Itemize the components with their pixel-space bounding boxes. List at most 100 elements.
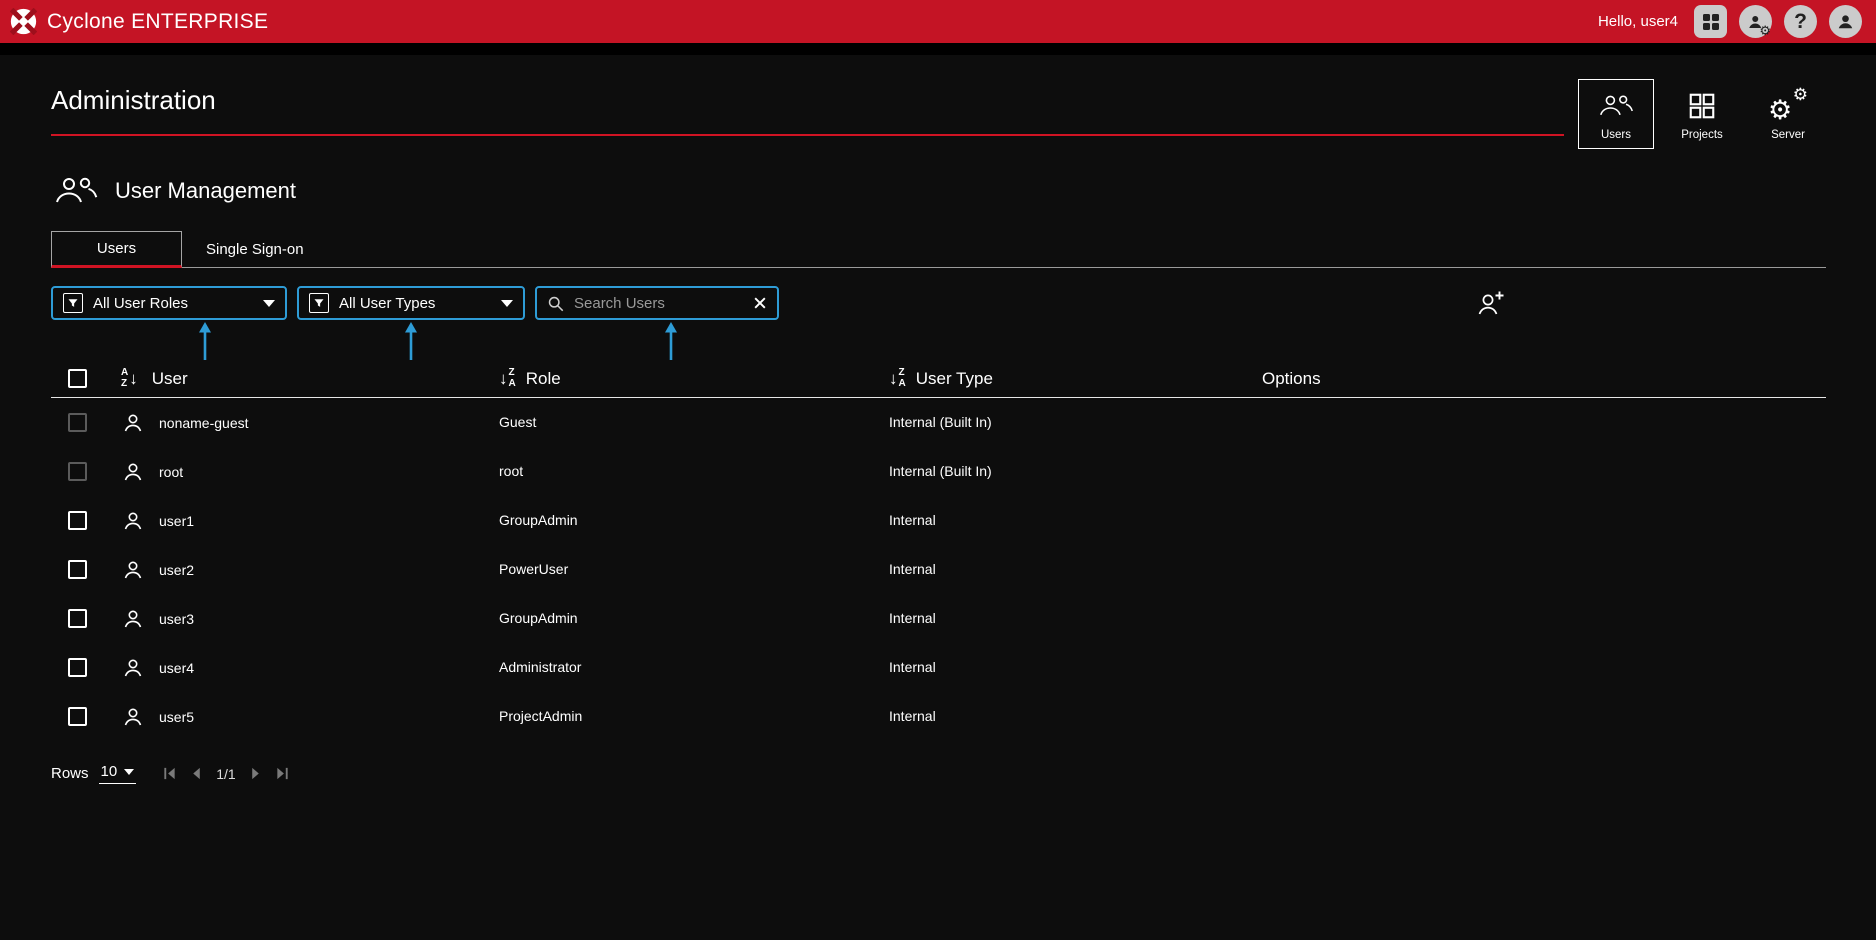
user-type-cell: Internal [889,708,936,724]
section-title: User Management [115,178,296,204]
table-row: root root Internal (Built In) [51,447,1826,496]
user-icon [121,705,145,729]
page-indicator: 1/1 [216,766,235,782]
tab-single-sign-on[interactable]: Single Sign-on [182,232,328,267]
main-content: Administration Users [0,55,1876,940]
grid-glyph [1702,13,1720,31]
rows-per-page-select[interactable]: 10 [99,763,137,784]
filter-toolbar: All User Roles All User Types [51,286,1826,320]
role-cell: GroupAdmin [499,610,578,626]
role-cell: root [499,463,523,479]
filter-funnel-icon [63,293,83,313]
clear-search-icon[interactable] [753,296,767,310]
user-name-cell: noname-guest [159,415,249,431]
pointer-arrow-roles-icon [197,322,213,360]
last-page-button[interactable] [275,766,290,781]
table-row: user5 ProjectAdmin Internal [51,692,1826,741]
user-type-cell: Internal [889,561,936,577]
nav-projects-button[interactable]: Projects [1664,79,1740,149]
table-row: user1 GroupAdmin Internal [51,496,1826,545]
users-group-icon [1596,87,1636,125]
chevron-down-icon [263,300,275,307]
rows-label: Rows [51,765,89,782]
user-type-cell: Internal (Built In) [889,463,992,479]
title-block: Administration [51,79,1564,136]
table-row: noname-guest Guest Internal (Built In) [51,398,1826,447]
next-page-button[interactable] [248,766,263,781]
nav-users-button[interactable]: Users [1578,79,1654,149]
tab-users[interactable]: Users [51,231,182,268]
rows-per-page-value: 10 [101,763,118,780]
gear-glyph: ⚙ [1759,24,1771,37]
user-settings-icon[interactable]: ⚙ [1739,5,1772,38]
nav-users-label: Users [1601,129,1631,141]
account-icon[interactable] [1829,5,1862,38]
sort-arrow-down: ↓ [889,370,898,387]
role-cell: Guest [499,414,536,430]
user-icon [121,411,145,435]
row-checkbox[interactable] [68,511,87,530]
table-row: user2 PowerUser Internal [51,545,1826,594]
search-input[interactable] [572,294,745,313]
admin-header: Administration Users [51,55,1826,149]
row-checkbox[interactable] [68,462,87,481]
section-header: User Management [51,175,1826,207]
sort-letter: A [509,379,516,389]
person-glyph [1836,12,1855,31]
user-name-cell: root [159,464,183,480]
user-icon [121,607,145,631]
user-management-icon [51,175,101,207]
question-glyph: ? [1794,11,1807,32]
add-user-button[interactable] [1476,289,1506,317]
column-header-user[interactable]: User [152,369,188,389]
user-icon [121,656,145,680]
previous-page-button[interactable] [189,766,204,781]
row-checkbox[interactable] [68,560,87,579]
user-type-cell: Internal (Built In) [889,414,992,430]
sort-letter: Z [509,368,516,378]
column-header-options: Options [1262,369,1321,388]
top-app-bar: Cyclone ENTERPRISE Hello, user4 ⚙ ? [0,0,1876,43]
topbar-actions: Hello, user4 ⚙ ? [1598,5,1862,38]
user-icon [121,460,145,484]
row-checkbox[interactable] [68,658,87,677]
select-all-checkbox[interactable] [68,369,87,388]
user-type-cell: Internal [889,512,936,528]
projects-grid-icon [1687,87,1717,125]
first-page-button[interactable] [162,766,177,781]
role-cell: GroupAdmin [499,512,578,528]
user-types-filter-dropdown[interactable]: All User Types [297,286,525,320]
apps-grid-icon[interactable] [1694,5,1727,38]
sort-az-icon[interactable]: A Z ↓ [121,368,138,389]
tab-bar: Users Single Sign-on [51,231,1826,268]
user-roles-filter-dropdown[interactable]: All User Roles [51,286,287,320]
roles-filter-value: All User Roles [93,295,253,312]
annotation-arrows [51,320,1826,360]
nav-server-label: Server [1771,129,1805,141]
table-body: noname-guest Guest Internal (Built In) r… [51,398,1826,741]
sort-za-icon[interactable]: ↓ Z A [499,368,516,389]
page-title: Administration [51,85,1564,116]
row-checkbox[interactable] [68,413,87,432]
role-cell: PowerUser [499,561,568,577]
nav-server-button[interactable]: ⚙⚙ Server [1750,79,1826,149]
user-icon [121,558,145,582]
brand-title: Cyclone ENTERPRISE [47,10,268,34]
brand: Cyclone ENTERPRISE [10,8,268,35]
search-icon [547,295,564,312]
help-icon[interactable]: ? [1784,5,1817,38]
user-type-cell: Internal [889,610,936,626]
admin-nav: Users Projects ⚙⚙ Server [1578,79,1826,149]
column-header-role[interactable]: Role [526,369,561,389]
row-checkbox[interactable] [68,609,87,628]
pointer-arrow-types-icon [403,322,419,360]
search-users-box [535,286,779,320]
greeting-text: Hello, user4 [1598,13,1678,30]
row-checkbox[interactable] [68,707,87,726]
user-name-cell: user3 [159,611,194,627]
user-name-cell: user1 [159,513,194,529]
column-header-user-type[interactable]: User Type [916,369,993,389]
sort-za-icon[interactable]: ↓ Z A [889,368,906,389]
sort-letter: Z [121,379,128,389]
user-type-cell: Internal [889,659,936,675]
